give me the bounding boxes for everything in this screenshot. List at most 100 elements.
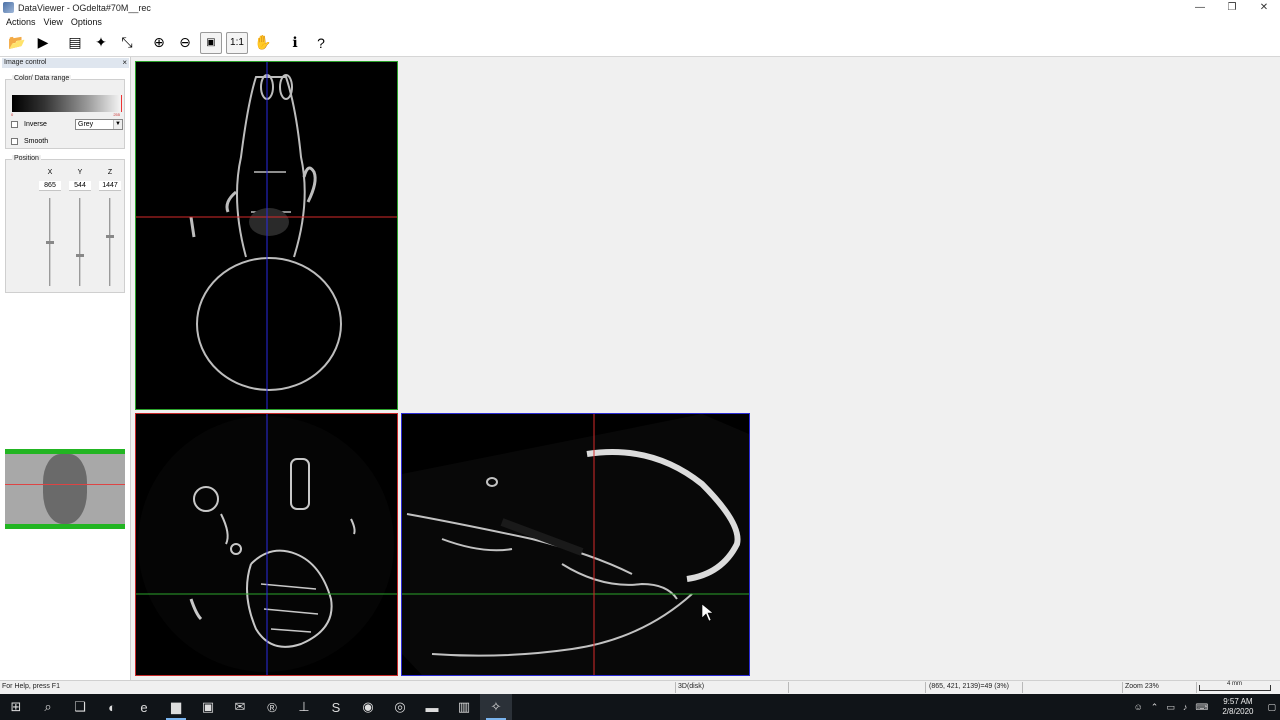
scan-image-bottom-left [136,414,397,675]
one-to-one-icon[interactable]: 1:1 [226,31,248,54]
position-title: Position [12,155,41,162]
range-max-marker[interactable] [121,95,122,112]
scan-image-top [136,62,397,409]
slices-icon[interactable]: ▤ [64,32,86,54]
clock-date: 2/8/2020 [1222,707,1254,716]
status-coordinates: (865, 421, 2139)=49 (3%) [929,683,1009,690]
status-bar: For Help, press F1 3D(disk) (865, 421, 2… [0,680,1280,694]
clock-time: 9:57 AM [1223,697,1253,706]
people-icon[interactable]: ☺ [1130,702,1147,712]
z-axis-label: Z [107,169,113,176]
smooth-checkbox[interactable] [11,138,18,145]
dataviewer-icon[interactable]: ✧ [480,694,512,720]
zoom-in-icon[interactable]: ⊕ [148,32,170,54]
volume-icon[interactable]: ♪ [1179,702,1192,712]
fit-icon[interactable]: ▣ [200,31,222,54]
status-separator [788,682,789,693]
notifications-icon[interactable]: ▢ [1263,702,1280,713]
color-range-bar[interactable] [12,95,122,112]
z-value-field[interactable]: 1447 [99,181,121,191]
menu-view[interactable]: View [40,17,67,27]
play-icon[interactable]: ▶ [32,32,54,54]
app-icon [3,2,14,13]
pan-hand-icon[interactable]: ✋ [252,32,274,54]
inverse-label: Inverse [24,121,47,128]
zoom-out-icon[interactable]: ⊖ [174,32,196,54]
status-mode: 3D(disk) [678,683,705,690]
scan-image-sagittal [402,414,749,675]
scale-bar-label: 4 mm [1227,681,1242,687]
outlook-icon[interactable]: ✉ [224,694,256,720]
panel-title: Image control [4,59,47,66]
colormap-value: Grey [78,121,94,128]
chevron-up-icon[interactable]: ⌃ [1147,702,1163,713]
y-axis-label: Y [77,169,83,176]
y-slider-thumb[interactable] [76,254,84,257]
overview-thumbnail[interactable] [5,449,125,529]
render-icon[interactable]: ✦ [90,32,112,54]
smooth-label: Smooth [24,138,49,145]
viewport-bottom-left[interactable] [135,413,398,676]
x-slider-thumb[interactable] [46,241,54,244]
range-min-label: 0 [11,112,14,117]
chevron-down-icon[interactable]: ▼ [113,120,122,129]
thumbnail-slice-line [5,484,125,485]
start-icon[interactable]: ⊞ [0,694,32,720]
y-slider[interactable] [76,198,84,286]
z-slider-thumb[interactable] [106,235,114,238]
explorer-icon[interactable]: ▆ [160,694,192,720]
x-axis-label: X [47,169,53,176]
keyboard-icon[interactable]: ⌨ [1191,702,1212,713]
skype-icon[interactable]: S [320,694,352,720]
app-plus-icon[interactable]: ⊥ [288,694,320,720]
task-view-icon[interactable]: ❑ [64,694,96,720]
menu-actions[interactable]: Actions [2,17,40,27]
thumbnail-specimen [43,454,87,524]
panel-header: Image control × [2,58,129,68]
app-r-icon[interactable]: ® [256,694,288,720]
status-separator [1196,682,1197,693]
colormap-select[interactable]: Grey ▼ [75,119,123,130]
app-grid-icon[interactable]: ▥ [448,694,480,720]
z-slider[interactable] [106,198,114,286]
axes-3d-icon[interactable]: ⤡ [116,32,138,54]
toolbar: 📂 ▶ ▤ ✦ ⤡ ⊕ ⊖ ▣ 1:1 ✋ ℹ? [0,29,1280,57]
y-value-field[interactable]: 544 [69,181,91,191]
image-control-panel: Image control × Color/ Data range 0 255 … [0,57,131,680]
inverse-checkbox[interactable] [11,121,18,128]
smooth-row: Smooth [11,138,48,145]
status-separator [1022,682,1023,693]
info-icon[interactable]: ℹ [284,32,306,54]
open-icon[interactable]: 📂 [6,32,28,54]
app-circle-icon[interactable]: ◎ [384,694,416,720]
store-icon[interactable]: ▣ [192,694,224,720]
viewport-top[interactable] [135,61,398,410]
position-group: Position X Y Z 865 544 1447 [5,155,125,293]
panel-close-icon[interactable]: × [122,58,127,68]
status-separator [1122,682,1123,693]
status-separator [925,682,926,693]
help-icon[interactable]: ? [310,32,332,54]
edge-icon[interactable]: ◐ [96,694,128,720]
status-help: For Help, press F1 [2,683,60,690]
network-icon[interactable]: ▭ [1162,702,1179,713]
search-icon[interactable]: ⌕ [32,694,64,720]
restore-button[interactable]: ❐ [1216,0,1248,15]
inverse-row: Inverse [11,121,47,128]
minimize-button[interactable]: — [1184,0,1216,15]
x-slider[interactable] [46,198,54,286]
close-button[interactable]: ✕ [1248,0,1280,15]
app-green-icon[interactable]: ▬ [416,694,448,720]
x-value-field[interactable]: 865 [39,181,61,191]
chrome-icon[interactable]: ◉ [352,694,384,720]
windows-taskbar: ⊞ ⌕ ❑ ◐ e ▆ ▣ ✉ ® ⊥ S ◉ ◎ ▬ ▥ ✧ ☺ ⌃ ▭ ♪ ⌨ 9:57 AM 2/8/2… [0,694,1280,720]
menu-options[interactable]: Options [67,17,106,27]
color-range-title: Color/ Data range [12,75,72,82]
ie-icon[interactable]: e [128,694,160,720]
clock[interactable]: 9:57 AM 2/8/2020 [1212,697,1263,717]
viewport-bottom-right[interactable] [401,413,750,676]
window-title: DataViewer - OGdelta#70M__rec [18,2,151,13]
system-tray: ☺ ⌃ ▭ ♪ ⌨ 9:57 AM 2/8/2020 ▢ [1130,694,1280,720]
status-zoom: Zoom 23% [1125,683,1159,690]
title-bar: DataViewer - OGdelta#70M__rec — ❐ ✕ [0,0,1280,15]
